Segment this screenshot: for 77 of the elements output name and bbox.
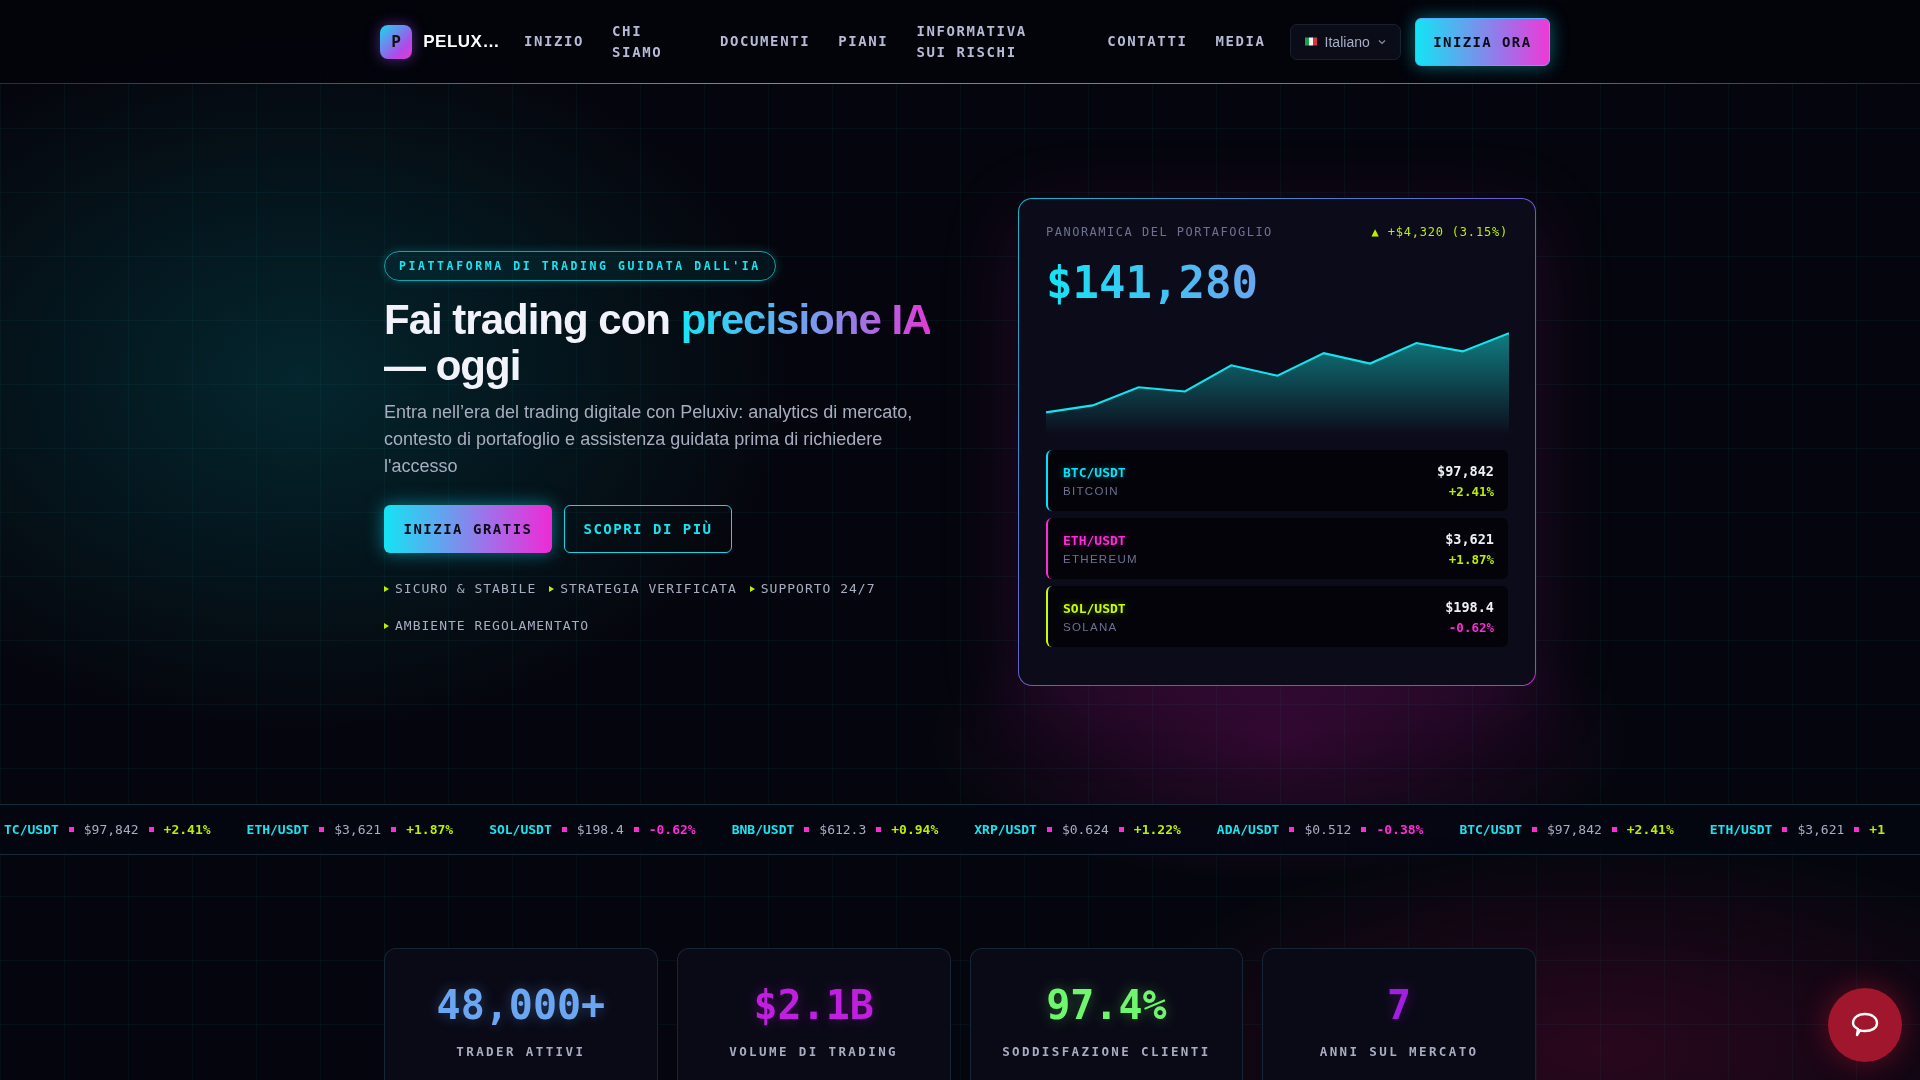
ticker-change: +2.41% (1626, 822, 1674, 837)
ticker-change: +1.22% (1133, 822, 1181, 837)
stat-label: SODDISFAZIONE CLIENTI (1002, 1044, 1211, 1059)
nav-link[interactable]: INFORMATIVA SUI RISCHI (916, 20, 1044, 63)
learn-more-button[interactable]: SCOPRI DI PIÙ (564, 505, 732, 553)
ticker-price: $198.4 (576, 822, 624, 837)
ticker-price: $612.3 (819, 822, 867, 837)
portfolio-title: PANORAMICA DEL PORTAFOGLIO (1046, 225, 1273, 239)
ticker-price: $3,621 (1797, 822, 1845, 837)
pair-label: BTC/USDT (1063, 464, 1126, 480)
ticker-pair: BTC/USDT (1459, 822, 1522, 837)
stat-value: 7 (1387, 982, 1412, 1028)
asset-name: ETHEREUM (1063, 552, 1138, 565)
nav-link[interactable]: CHI SIAMO (612, 20, 664, 63)
ticker-pair: SOL/USDT (489, 822, 552, 837)
ticker-pair: ETH/USDT (246, 822, 310, 837)
language-selector[interactable]: Italiano (1289, 23, 1401, 60)
ticker-change: +1.87% (406, 822, 454, 837)
logo-icon[interactable]: P (380, 24, 413, 59)
asset-name: SOLANA (1063, 620, 1119, 633)
ticker-pair: ADA/USDT (1216, 822, 1280, 837)
stat-value: 97.4% (1046, 982, 1167, 1028)
stat-label: TRADER ATTIVI (456, 1044, 586, 1059)
ticker-pair: TC/USDT (4, 822, 59, 837)
bullet-icon (384, 622, 389, 629)
ticker-pair: ETH/USDT (1709, 822, 1773, 837)
asset-price: $97,842 (1437, 462, 1494, 479)
asset-row[interactable]: BTC/USDT BITCOIN $97,842 +2.41% (1046, 450, 1508, 511)
ticker-change: -0.38% (1376, 822, 1424, 837)
tagline-badge: PIATTAFORMA DI TRADING GUIDATA DALL'IA (384, 251, 776, 281)
ticker-price: $97,842 (1547, 822, 1602, 837)
ticker-change: +1 (1869, 822, 1885, 837)
stat-value: $2.1B (753, 982, 874, 1028)
hero-heading: Fai trading con precisione IA — oggi (384, 297, 931, 389)
asset-change: +2.41% (1448, 483, 1494, 499)
asset-price: $198.4 (1445, 598, 1494, 615)
ticker-price: $0.512 (1304, 822, 1352, 837)
asset-name: BITCOIN (1063, 484, 1120, 497)
hero-description: Entra nell’era del trading digitale con Peluxiv: analytics di mercato, contesto di portafoglio e assistenza guidata prima di richiedere l'accesso (384, 401, 914, 478)
stat-label: ANNI SUL MERCATO (1319, 1044, 1479, 1059)
asset-change: +1.87% (1448, 551, 1494, 567)
asset-row[interactable]: SOL/USDT SOLANA $198.4 -0.62% (1046, 586, 1508, 647)
nav-link[interactable]: CONTATTI (1107, 31, 1188, 52)
chevron-icon (1377, 38, 1386, 45)
nav-link[interactable]: PIANI (838, 31, 889, 52)
ticker-pair: BNB/USDT (731, 822, 795, 837)
chat-button[interactable] (1828, 988, 1902, 1062)
flag-icon (1304, 37, 1317, 46)
start-button[interactable]: INIZIA ORA (1414, 17, 1550, 66)
ticker-pair: XRP/USDT (974, 822, 1037, 837)
stat-value: 48,000+ (436, 982, 606, 1028)
ticker-price: $97,842 (83, 822, 139, 837)
feature-label: AMBIENTE REGOLAMENTATO (395, 618, 590, 633)
pair-label: ETH/USDT (1063, 532, 1127, 548)
start-free-button[interactable]: INIZIA GRATIS (384, 505, 552, 553)
ticker-price: $3,621 (334, 822, 382, 837)
feature-label: STRATEGIA VERIFICATA (560, 581, 737, 596)
asset-price: $3,621 (1445, 530, 1494, 547)
feature-label: SUPPORTO 24/7 (760, 581, 876, 596)
pair-label: SOL/USDT (1063, 600, 1126, 616)
portfolio-change: ▲ +$4,320 (3.15%) (1371, 225, 1508, 239)
brand-name[interactable]: PELUX… (423, 31, 500, 52)
nav-link[interactable]: DOCUMENTI (719, 31, 811, 52)
ticker-change: +2.41% (163, 822, 211, 837)
bullet-icon (384, 585, 389, 592)
ticker-change: +0.94% (891, 822, 939, 837)
feature-label: SICURO & STABILE (395, 581, 537, 596)
bullet-icon (749, 585, 755, 592)
nav-link[interactable]: INIZIO (523, 31, 585, 52)
ticker-change: -0.62% (648, 822, 696, 837)
nav-link[interactable]: MEDIA (1215, 31, 1266, 52)
stat-label: VOLUME DI TRADING (729, 1044, 898, 1059)
ticker-price: $0.624 (1061, 822, 1109, 837)
bullet-icon (549, 585, 555, 592)
asset-change: -0.62% (1448, 619, 1494, 635)
chat-icon (1850, 1011, 1880, 1039)
asset-row[interactable]: ETH/USDT ETHEREUM $3,621 +1.87% (1046, 518, 1508, 579)
